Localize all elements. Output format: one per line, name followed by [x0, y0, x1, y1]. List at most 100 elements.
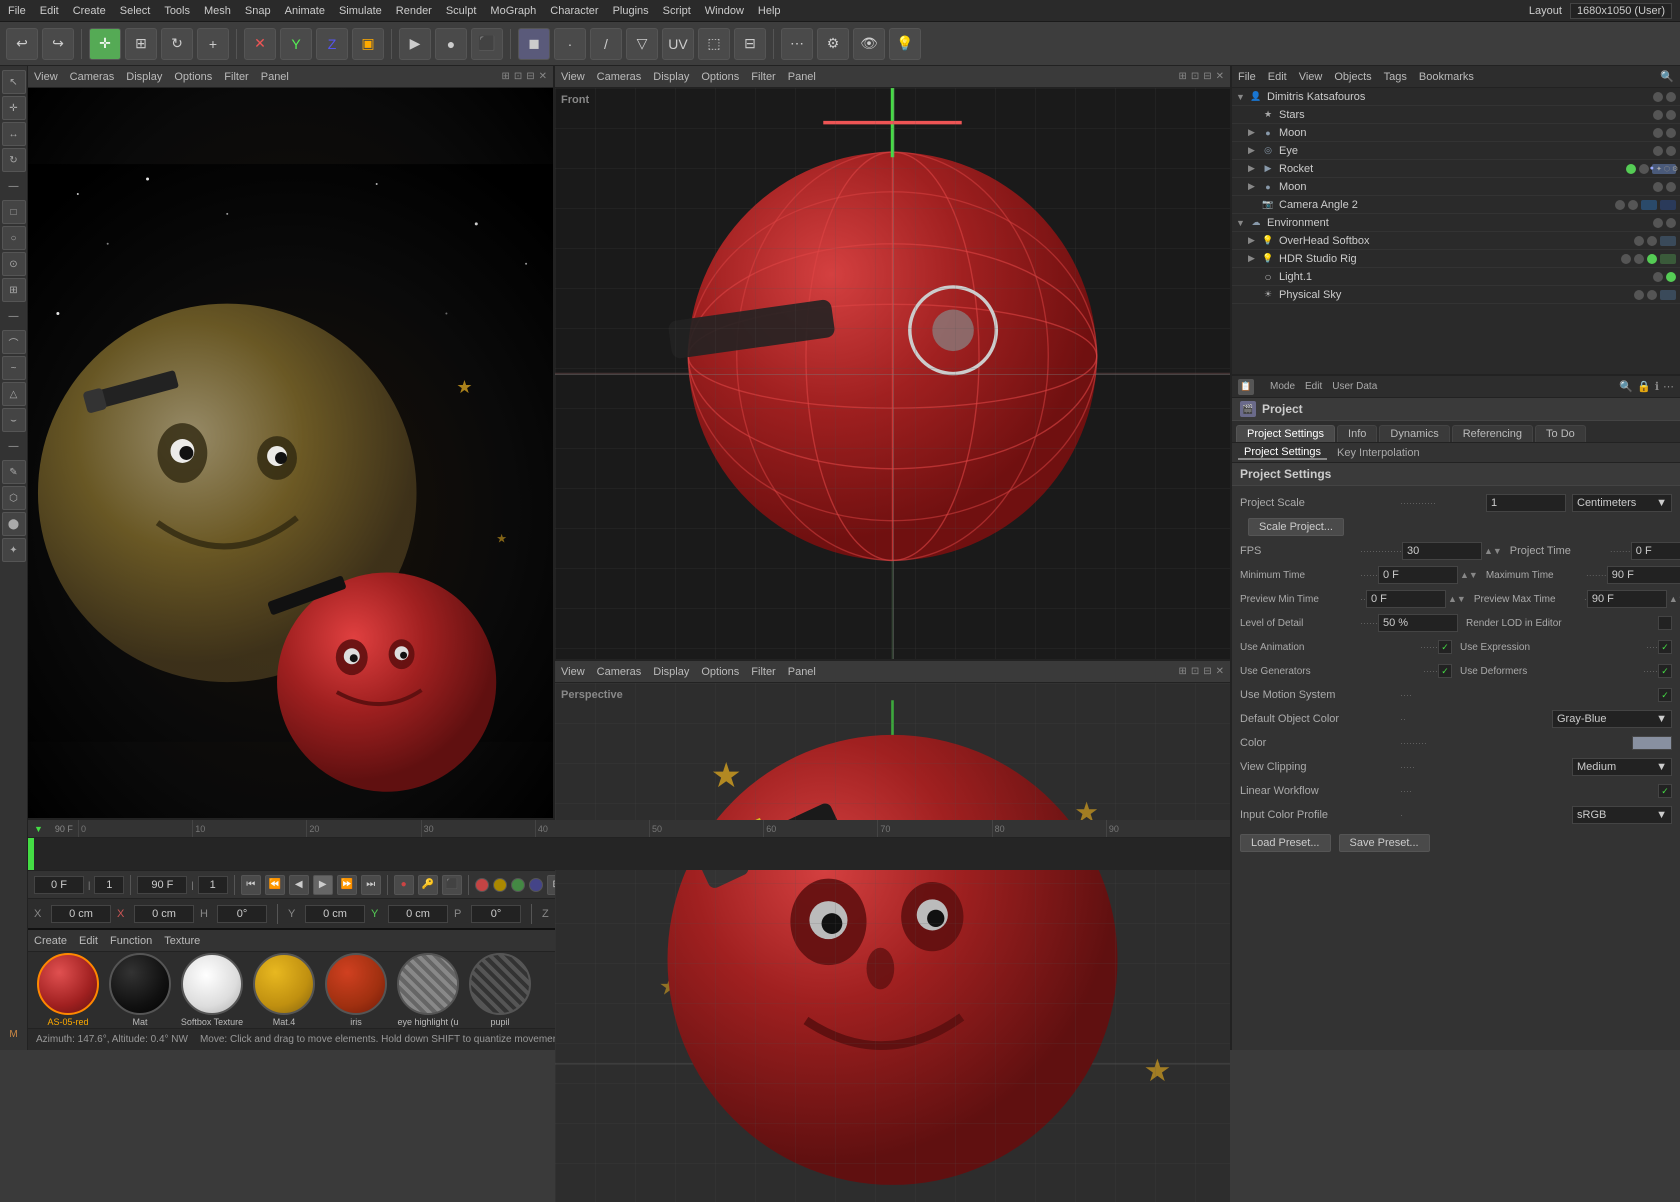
om-item-physky[interactable]: ▶ ☀ Physical Sky	[1232, 286, 1680, 304]
light-button[interactable]: 💡	[889, 28, 921, 60]
vp-front-view[interactable]: View	[561, 71, 585, 83]
attr-info-icon[interactable]: ℹ	[1655, 380, 1659, 393]
load-preset-button[interactable]: Load Preset...	[1240, 834, 1331, 852]
key-all-btn[interactable]: ⬛	[442, 875, 462, 895]
x-axis-button[interactable]: ✕	[244, 28, 276, 60]
attr-max-input[interactable]: 90 F	[1607, 566, 1680, 584]
om-dot-1[interactable]	[1653, 92, 1663, 102]
attr-unit-dropdown[interactable]: Centimeters ▼	[1572, 494, 1672, 512]
om-dot-camera-2[interactable]	[1628, 200, 1638, 210]
attr-min-input[interactable]: 0 F	[1378, 566, 1458, 584]
om-view[interactable]: View	[1299, 71, 1323, 83]
coord-p-input[interactable]	[471, 905, 521, 923]
om-dot-stars-1[interactable]	[1653, 110, 1663, 120]
vp-front-options[interactable]: Options	[701, 71, 739, 83]
menu-help[interactable]: Help	[758, 5, 781, 17]
coord-x-input[interactable]	[51, 905, 111, 923]
vp-front-icon-4[interactable]: ✕	[1216, 71, 1224, 82]
om-bookmarks[interactable]: Bookmarks	[1419, 71, 1474, 83]
vp-menu-cameras[interactable]: Cameras	[70, 71, 115, 83]
om-item-camera[interactable]: ▶ 📷 Camera Angle 2	[1232, 196, 1680, 214]
menu-file[interactable]: File	[8, 5, 26, 17]
attr-lod-input[interactable]: 50 %	[1378, 614, 1458, 632]
timeline-extra-1[interactable]	[475, 878, 489, 892]
om-item-moon2[interactable]: ▶ ● Moon	[1232, 178, 1680, 196]
om-dot-light1-2[interactable]	[1666, 272, 1676, 282]
vp-persp-icon-4[interactable]: ✕	[1216, 666, 1224, 677]
mat-item-2[interactable]: Softbox Texture	[178, 953, 246, 1027]
polygon-mode[interactable]: ▽	[626, 28, 658, 60]
record-btn[interactable]: ●	[394, 875, 414, 895]
menu-simulate[interactable]: Simulate	[339, 5, 382, 17]
om-item-eye[interactable]: ▶ ◎ Eye	[1232, 142, 1680, 160]
vp-persp-icon-1[interactable]: ⊞	[1178, 666, 1186, 677]
subtab-project-settings[interactable]: Project Settings	[1238, 446, 1327, 460]
subtab-key-interpolation[interactable]: Key Interpolation	[1331, 447, 1426, 459]
om-dot-eye-2[interactable]	[1666, 146, 1676, 156]
om-item-rocket[interactable]: ▶ ▶ Rocket ●✦⬡⚙	[1232, 160, 1680, 178]
mat-create[interactable]: Create	[34, 935, 67, 947]
y-axis-button[interactable]: Y	[280, 28, 312, 60]
menu-edit[interactable]: Edit	[40, 5, 59, 17]
om-item-dimitris[interactable]: ▼ 👤 Dimitris Katsafouros	[1232, 88, 1680, 106]
om-tags[interactable]: Tags	[1384, 71, 1407, 83]
camera-button[interactable]: 👁	[853, 28, 885, 60]
vp-persp-view[interactable]: View	[561, 666, 585, 678]
coord-y-size-input[interactable]	[388, 905, 448, 923]
om-dot-stars-2[interactable]	[1666, 110, 1676, 120]
attr-project-scale-input[interactable]: 1	[1486, 494, 1566, 512]
om-dot-hdr-4[interactable]	[1660, 254, 1676, 264]
vp-menu-view[interactable]: View	[34, 71, 58, 83]
viewport-main[interactable]: View Cameras Display Options Filter Pane…	[28, 66, 555, 818]
mat-item-5[interactable]: eye highlight (u	[394, 953, 462, 1027]
om-dot-camera-4[interactable]	[1660, 200, 1676, 210]
tab-info[interactable]: Info	[1337, 425, 1377, 442]
select-button[interactable]: ▣	[352, 28, 384, 60]
play-button[interactable]: ▶	[399, 28, 431, 60]
om-dot-camera-3[interactable]	[1641, 200, 1657, 210]
end-frame-input[interactable]	[137, 876, 187, 894]
tool-rotate[interactable]: ↻	[2, 148, 26, 172]
attr-use-def-checkbox[interactable]	[1658, 664, 1672, 678]
menu-snap[interactable]: Snap	[245, 5, 271, 17]
menu-render[interactable]: Render	[396, 5, 432, 17]
tool-texture[interactable]: ⬤	[2, 512, 26, 536]
menu-plugins[interactable]: Plugins	[613, 5, 649, 17]
attr-def-obj-color-dropdown[interactable]: Gray-Blue ▼	[1552, 710, 1672, 728]
tool-grid[interactable]: ⊞	[2, 278, 26, 302]
vp-persp-icon-3[interactable]: ⊟	[1203, 666, 1211, 677]
vp-persp-panel[interactable]: Panel	[788, 666, 816, 678]
tool-paint[interactable]: ⬡	[2, 486, 26, 510]
menu-character[interactable]: Character	[550, 5, 598, 17]
om-dot-moon-2[interactable]	[1666, 128, 1676, 138]
auto-key-btn[interactable]: 🔑	[418, 875, 438, 895]
om-dot-rocket-3[interactable]: ●✦⬡⚙	[1652, 164, 1676, 174]
attr-color-swatch[interactable]	[1632, 736, 1672, 750]
prev-frame-btn[interactable]: ⏪	[265, 875, 285, 895]
play-reverse-btn[interactable]: ◀	[289, 875, 309, 895]
tool-light2[interactable]: ✦	[2, 538, 26, 562]
om-dot-rocket-2[interactable]	[1639, 164, 1649, 174]
om-file[interactable]: File	[1238, 71, 1256, 83]
om-dot-env-2[interactable]	[1666, 218, 1676, 228]
workplane-button[interactable]: ⊟	[734, 28, 766, 60]
vp-persp-options[interactable]: Options	[701, 666, 739, 678]
snap-toggle[interactable]: ⋯	[781, 28, 813, 60]
vp-persp-icon-2[interactable]: ⊡	[1191, 666, 1199, 677]
tool-deform[interactable]: ⌒	[2, 330, 26, 354]
om-dot-moon-1[interactable]	[1653, 128, 1663, 138]
record-button[interactable]: ●	[435, 28, 467, 60]
vp-icon-2[interactable]: ⊡	[514, 71, 522, 82]
object-tree[interactable]: ▼ 👤 Dimitris Katsafouros ▶ ★ Stars	[1232, 88, 1680, 374]
mat-item-0[interactable]: AS-05-red	[34, 953, 102, 1027]
mat-edit[interactable]: Edit	[79, 935, 98, 947]
om-item-environment[interactable]: ▼ ☁ Environment	[1232, 214, 1680, 232]
scale-project-button[interactable]: Scale Project...	[1248, 518, 1344, 536]
vp-icon-1[interactable]: ⊞	[501, 71, 509, 82]
attr-search-icon[interactable]: 🔍	[1619, 380, 1633, 393]
om-dot-physky-1[interactable]	[1634, 290, 1644, 300]
model-mode[interactable]: ◼	[518, 28, 550, 60]
om-dot-hdr-2[interactable]	[1634, 254, 1644, 264]
move-tool-button[interactable]: ✛	[89, 28, 121, 60]
next-frame-btn[interactable]: ⏩	[337, 875, 357, 895]
